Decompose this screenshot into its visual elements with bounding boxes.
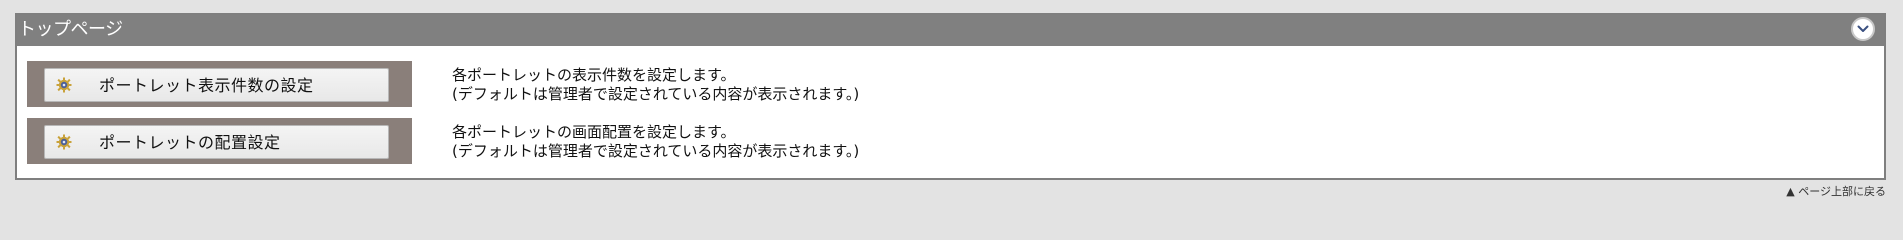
setting-button-label: ポートレットの配置設定	[99, 133, 281, 152]
collapse-button[interactable]	[1851, 17, 1875, 41]
gear-icon	[56, 77, 72, 93]
description-line: 各ポートレットの画面配置を設定します。	[452, 123, 736, 141]
gear-icon	[56, 134, 72, 150]
description-note: (デフォルトは管理者で設定されている内容が表示されます。)	[452, 142, 860, 160]
portlet-display-count-button[interactable]: ポートレット表示件数の設定	[44, 68, 389, 102]
back-to-top-link[interactable]: ▲ ページ上部に戻る	[1786, 185, 1886, 199]
description-note: (デフォルトは管理者で設定されている内容が表示されます。)	[452, 85, 860, 103]
setting-description: 各ポートレットの画面配置を設定します。 (デフォルトは管理者で設定されている内容…	[452, 123, 859, 161]
setting-button-label: ポートレット表示件数の設定	[99, 76, 314, 95]
panel-header: トップページ	[17, 15, 1884, 46]
setting-description: 各ポートレットの表示件数を設定します。 (デフォルトは管理者で設定されている内容…	[452, 66, 859, 104]
portlet-layout-button[interactable]: ポートレットの配置設定	[44, 125, 389, 159]
setting-row-display-count: ポートレット表示件数の設定 各ポートレットの表示件数を設定します。 (デフォルト…	[27, 61, 1867, 107]
panel-title: トップページ	[18, 19, 123, 40]
setting-button-frame: ポートレットの配置設定	[27, 118, 412, 164]
setting-row-layout: ポートレットの配置設定 各ポートレットの画面配置を設定します。 (デフォルトは管…	[27, 118, 1867, 164]
chevron-down-icon	[1857, 25, 1869, 32]
setting-button-frame: ポートレット表示件数の設定	[27, 61, 412, 107]
description-line: 各ポートレットの表示件数を設定します。	[452, 66, 736, 84]
